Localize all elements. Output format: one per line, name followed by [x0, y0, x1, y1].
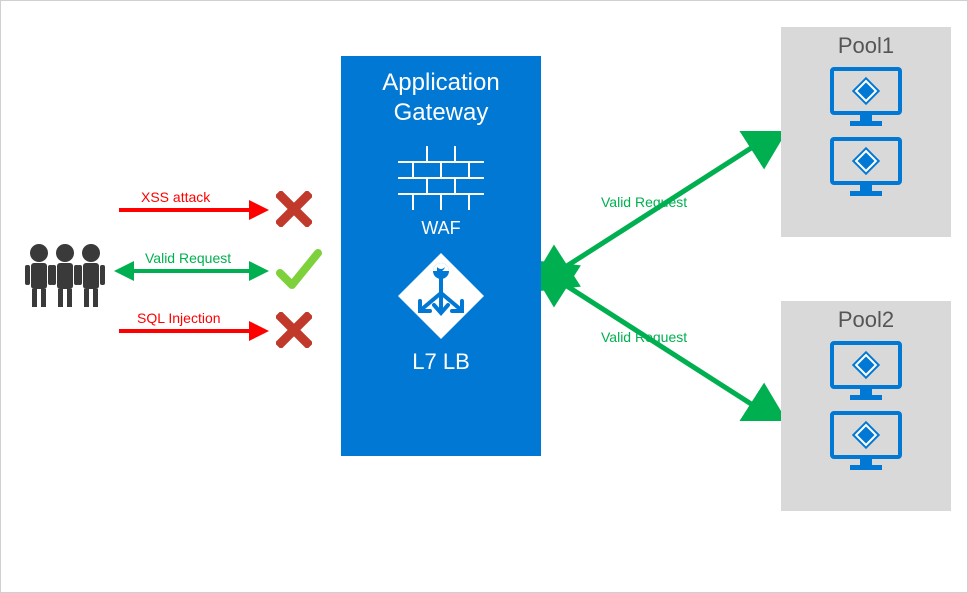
pool1-title: Pool1: [781, 33, 951, 59]
valid-label: Valid Request: [145, 250, 231, 266]
pool2-title: Pool2: [781, 307, 951, 333]
valid-arrow-head-left: [114, 261, 134, 281]
route-pool1-label: Valid Request: [601, 194, 687, 210]
pool1-box: Pool1: [781, 27, 951, 237]
diagram-canvas: XSS attack Valid Request SQL Injection A…: [0, 0, 968, 593]
users-icon: [19, 239, 111, 309]
xss-arrow: [119, 208, 249, 212]
route-pool2-label: Valid Request: [601, 329, 687, 345]
firewall-icon: [398, 146, 484, 210]
lb-label: L7 LB: [341, 349, 541, 375]
x-icon-sqli: [276, 312, 312, 348]
xss-arrow-head: [249, 200, 269, 220]
routing-arrows: [541, 131, 781, 421]
vm-icon: [830, 67, 902, 129]
sqli-arrow: [119, 329, 249, 333]
load-balancer-icon: [398, 253, 484, 339]
pool2-box: Pool2: [781, 301, 951, 511]
sqli-label: SQL Injection: [137, 310, 221, 326]
valid-arrow: [134, 269, 249, 273]
check-icon: [276, 247, 322, 293]
xss-label: XSS attack: [141, 189, 210, 205]
sqli-arrow-head: [249, 321, 269, 341]
vm-icon: [830, 341, 902, 403]
vm-icon: [830, 137, 902, 199]
waf-label: WAF: [341, 218, 541, 239]
x-icon-xss: [276, 191, 312, 227]
valid-arrow-head-right: [249, 261, 269, 281]
application-gateway-box: Application Gateway WAF: [341, 56, 541, 456]
gateway-title-line1: Application: [341, 68, 541, 98]
gateway-title-line2: Gateway: [341, 98, 541, 128]
gateway-title: Application Gateway: [341, 68, 541, 128]
vm-icon: [830, 411, 902, 473]
